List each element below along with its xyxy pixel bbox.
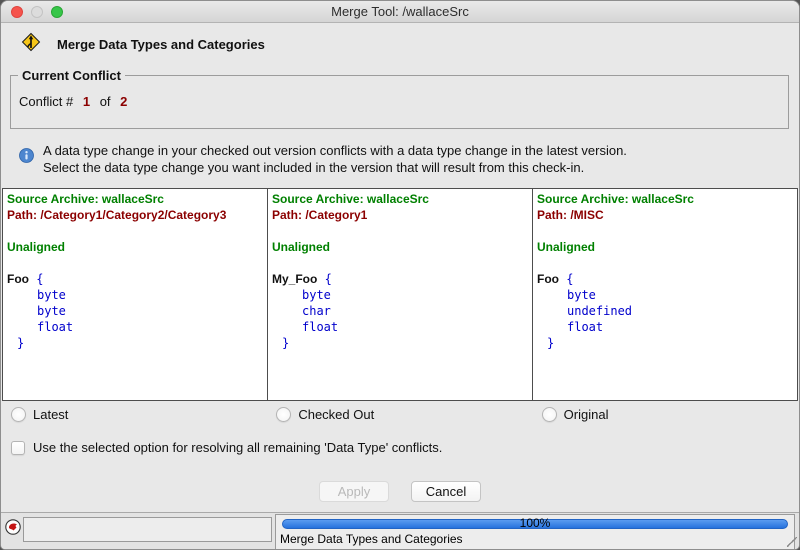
zoom-window-button[interactable]	[51, 6, 63, 18]
radio-button-icon[interactable]	[11, 407, 26, 422]
type-field: byte	[537, 287, 793, 303]
resolve-all-checkbox-label: Use the selected option for resolving al…	[33, 440, 442, 455]
title-bar: Merge Tool: /wallaceSrc	[1, 1, 799, 23]
merge-tool-window: Merge Tool: /wallaceSrc Merge Data Types…	[0, 0, 800, 550]
version-panels: Source Archive: wallaceSrc Path: /Catego…	[2, 188, 798, 401]
info-line-2: Select the data type change you want inc…	[43, 159, 627, 176]
close-window-button[interactable]	[11, 6, 23, 18]
alignment-label: Unaligned	[537, 239, 793, 255]
merge-road-sign-icon	[21, 32, 41, 57]
radio-latest-label: Latest	[33, 407, 68, 422]
close-brace: }	[537, 335, 793, 351]
cancel-button[interactable]: Cancel	[411, 481, 481, 502]
dialog-header: Merge Data Types and Categories	[1, 23, 799, 65]
type-field: byte	[272, 287, 528, 303]
open-brace: {	[36, 272, 43, 286]
conflict-counter-prefix: Conflict #	[19, 94, 73, 109]
source-archive-label: Source Archive: wallaceSrc	[537, 191, 793, 207]
path-label: Path: /Category1	[272, 207, 528, 223]
status-bar: 100% Merge Data Types and Categories	[1, 512, 799, 549]
conflict-of-label: of	[100, 94, 111, 109]
type-field: undefined	[537, 303, 793, 319]
type-name: Foo	[537, 272, 559, 286]
current-conflict-groupbox: Current Conflict Conflict # 1 of 2	[10, 75, 789, 129]
info-message: A data type change in your checked out v…	[1, 129, 799, 188]
info-text: A data type change in your checked out v…	[43, 142, 627, 176]
radio-checked-out[interactable]: Checked Out	[267, 407, 532, 422]
type-field: float	[537, 319, 793, 335]
alignment-label: Unaligned	[7, 239, 263, 255]
window-title: Merge Tool: /wallaceSrc	[331, 4, 469, 19]
progress-percent: 100%	[282, 516, 788, 530]
minimize-window-button[interactable]	[31, 6, 43, 18]
window-controls	[11, 6, 63, 18]
type-declaration: My_Foo {	[272, 271, 528, 287]
type-field: char	[272, 303, 528, 319]
type-name: My_Foo	[272, 272, 317, 286]
app-logo-icon	[5, 519, 21, 540]
radio-button-icon[interactable]	[276, 407, 291, 422]
panel-original[interactable]: Source Archive: wallaceSrc Path: /MISC U…	[533, 189, 797, 400]
info-line-1: A data type change in your checked out v…	[43, 142, 627, 159]
radio-button-icon[interactable]	[542, 407, 557, 422]
type-field: byte	[7, 303, 263, 319]
close-brace: }	[7, 335, 263, 351]
conflict-current-number: 1	[83, 94, 90, 109]
status-message-panel	[23, 517, 272, 542]
dialog-buttons: Apply Cancel	[1, 481, 799, 502]
radio-original-label: Original	[564, 407, 609, 422]
radio-original[interactable]: Original	[533, 407, 798, 422]
panel-latest[interactable]: Source Archive: wallaceSrc Path: /Catego…	[3, 189, 268, 400]
source-archive-label: Source Archive: wallaceSrc	[7, 191, 263, 207]
progress-panel: 100% Merge Data Types and Categories	[275, 514, 795, 549]
dialog-header-title: Merge Data Types and Categories	[57, 37, 265, 52]
path-label: Path: /MISC	[537, 207, 793, 223]
progress-bar: 100%	[282, 519, 788, 529]
type-field: byte	[7, 287, 263, 303]
resize-grip[interactable]	[787, 537, 797, 547]
close-brace: }	[272, 335, 528, 351]
source-archive-label: Source Archive: wallaceSrc	[272, 191, 528, 207]
groupbox-legend: Current Conflict	[18, 68, 125, 83]
radio-latest[interactable]: Latest	[2, 407, 267, 422]
type-declaration: Foo {	[537, 271, 793, 287]
open-brace: {	[566, 272, 573, 286]
type-field: float	[7, 319, 263, 335]
info-icon	[19, 142, 43, 176]
apply-button[interactable]: Apply	[319, 481, 389, 502]
conflict-counter: Conflict # 1 of 2	[19, 94, 780, 109]
open-brace: {	[325, 272, 332, 286]
alignment-label: Unaligned	[272, 239, 528, 255]
path-label: Path: /Category1/Category2/Category3	[7, 207, 263, 223]
progress-task-label: Merge Data Types and Categories	[276, 529, 794, 546]
resolve-all-checkbox[interactable]	[11, 441, 25, 455]
panel-checked-out[interactable]: Source Archive: wallaceSrc Path: /Catego…	[268, 189, 533, 400]
resolve-all-checkbox-row[interactable]: Use the selected option for resolving al…	[11, 440, 799, 455]
version-radio-group: Latest Checked Out Original	[2, 407, 798, 422]
type-field: float	[272, 319, 528, 335]
radio-checked-out-label: Checked Out	[298, 407, 374, 422]
type-declaration: Foo {	[7, 271, 263, 287]
conflict-total-number: 2	[120, 94, 127, 109]
type-name: Foo	[7, 272, 29, 286]
